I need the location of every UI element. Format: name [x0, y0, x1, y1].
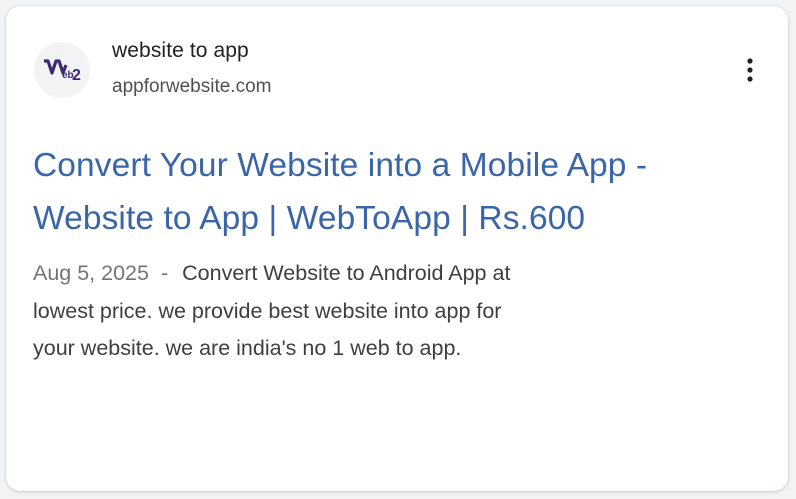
- search-result-card: eb 2 website to app appforwebsite.com Co…: [6, 6, 788, 491]
- site-name[interactable]: website to app: [112, 39, 249, 63]
- web2-logo-icon: eb 2: [44, 59, 81, 83]
- site-favicon[interactable]: eb 2: [34, 42, 90, 98]
- more-vert-icon: [747, 58, 753, 82]
- result-date: Aug 5, 2025: [33, 261, 149, 285]
- more-options-button[interactable]: [736, 54, 764, 86]
- date-separator: -: [160, 261, 169, 285]
- result-snippet: Aug 5, 2025- Convert Website to Android A…: [33, 255, 533, 368]
- svg-text:2: 2: [72, 67, 81, 83]
- result-title-link[interactable]: Convert Your Website into a Mobile App -…: [33, 139, 773, 245]
- site-url[interactable]: appforwebsite.com: [112, 76, 271, 98]
